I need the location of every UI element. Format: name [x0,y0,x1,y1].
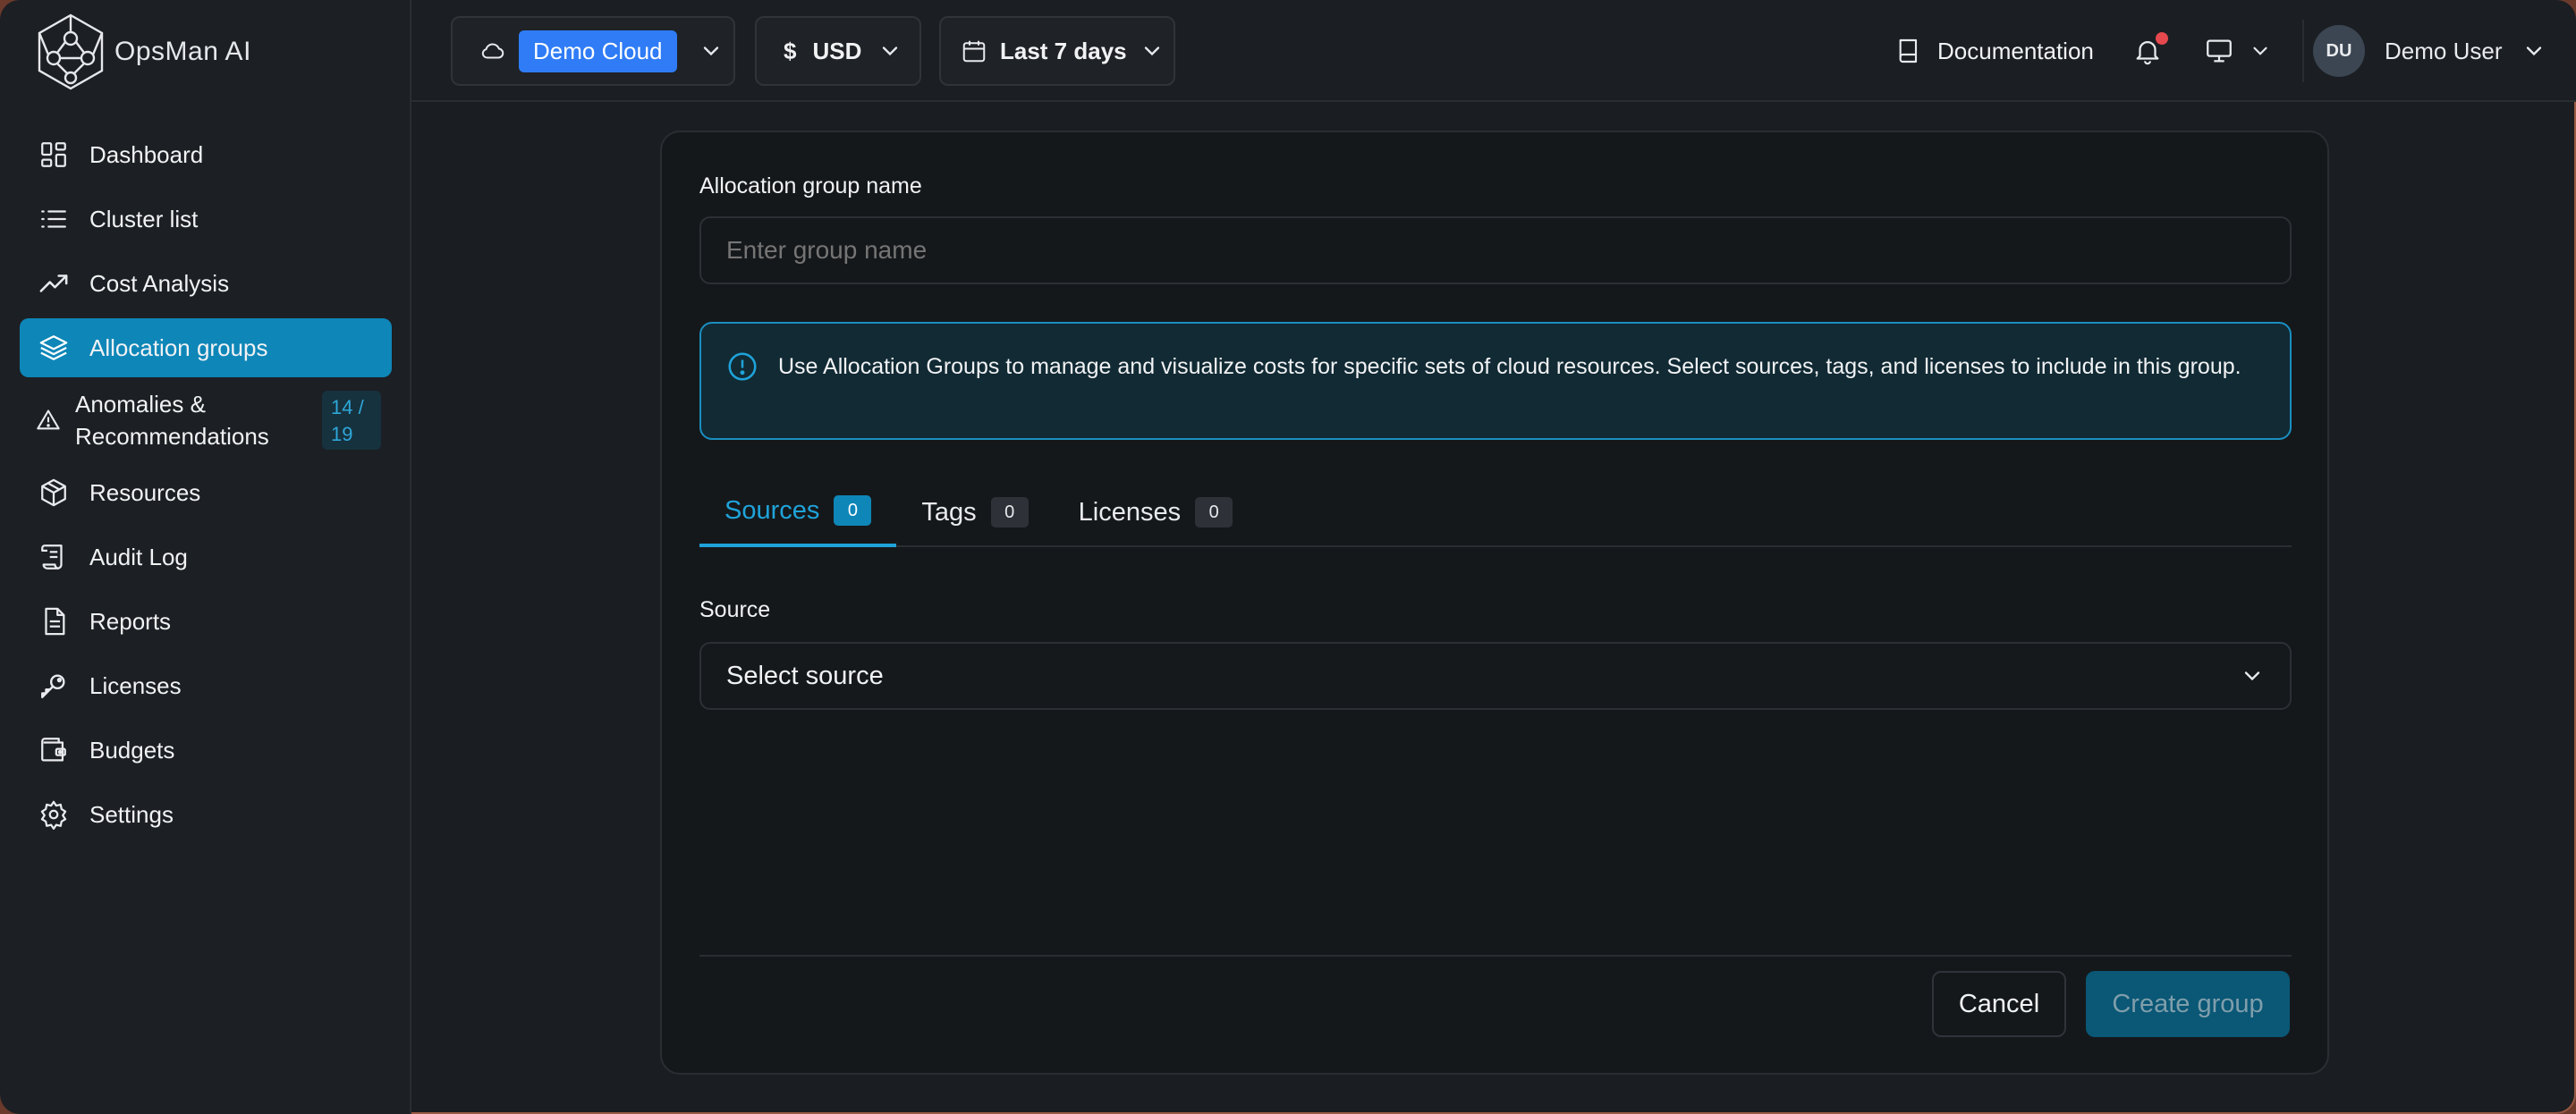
sidebar-item-label: Cluster list [89,205,199,232]
selection-tabs: Sources 0 Tags 0 Licenses 0 [699,477,2292,547]
sidebar-item-audit-log[interactable]: Audit Log [20,527,392,587]
source-select[interactable]: Select source [699,642,2292,710]
documentation-link[interactable]: Documentation [1894,16,2094,86]
sidebar-item-label: Budgets [89,736,175,764]
footer-divider [699,955,2292,957]
tab-label: Tags [921,497,977,527]
sidebar-item-settings[interactable]: Settings [20,785,392,844]
currency-label: USD [812,37,862,64]
anomalies-count-badge: 14 / 19 [322,391,381,450]
sidebar-item-label: Anomalies & Recommendations [75,391,269,450]
book-icon [1894,37,1923,65]
cancel-button[interactable]: Cancel [1932,971,2066,1037]
source-select-value: Select source [726,661,884,690]
group-name-label: Allocation group name [699,173,922,198]
dollar-icon: $ [784,37,797,64]
sidebar-item-label: Resources [89,478,201,506]
create-group-button[interactable]: Create group [2086,971,2290,1037]
sidebar-item-dashboard[interactable]: Dashboard [20,125,392,184]
currency-selector[interactable]: $ USD [755,16,921,86]
monitor-icon [2204,36,2234,66]
top-bar: Demo Cloud $ USD Last 7 days Documentati… [411,0,2576,102]
chevron-down-icon [2240,663,2265,688]
layers-icon [38,332,70,364]
app-name: OpsMan AI [114,37,251,66]
cube-icon [38,477,70,509]
sidebar-item-budgets[interactable]: Budgets [20,721,392,780]
tab-count-badge: 0 [834,495,872,526]
gear-icon [38,798,70,831]
key-icon [38,670,70,702]
sidebar-item-label: Dashboard [89,140,204,168]
sidebar-item-label: Settings [89,800,174,828]
user-name: Demo User [2385,37,2503,64]
chevron-down-icon [1140,38,1165,63]
source-label: Source [699,597,771,622]
display-mode-selector[interactable] [2204,16,2272,86]
chevron-down-icon [2521,38,2546,63]
dashboard-icon [38,139,70,171]
sidebar-item-reports[interactable]: Reports [20,592,392,651]
tab-licenses[interactable]: Licenses 0 [1054,477,1258,547]
sidebar: OpsMan AI Dashboard Cluster list Cost An… [0,0,411,1114]
sidebar-item-anomalies[interactable]: Anomalies & Recommendations 14 / 19 [20,383,392,458]
sidebar-nav: Dashboard Cluster list Cost Analysis All… [20,125,392,849]
tab-count-badge: 0 [1195,497,1233,527]
list-icon [38,203,70,235]
info-banner: Use Allocation Groups to manage and visu… [699,322,2292,440]
cloud-icon [479,38,506,64]
tab-sources[interactable]: Sources 0 [699,477,897,547]
logo[interactable]: OpsMan AI [36,11,251,93]
wallet-icon [38,734,70,766]
trend-icon [38,267,70,300]
divider [2302,20,2304,82]
cloud-selector[interactable]: Demo Cloud [451,16,735,86]
tab-count-badge: 0 [990,497,1029,527]
info-icon [726,350,758,438]
group-name-input[interactable] [699,216,2292,284]
chevron-down-icon [699,38,724,63]
chevron-down-icon [877,38,902,63]
sidebar-item-licenses[interactable]: Licenses [20,656,392,715]
calendar-icon [961,38,987,64]
date-range-label: Last 7 days [1000,37,1127,64]
notifications-button[interactable] [2132,16,2177,86]
bell-icon [2132,32,2168,66]
sidebar-item-resources[interactable]: Resources [20,463,392,522]
sidebar-item-cluster-list[interactable]: Cluster list [20,190,392,249]
notification-dot [2156,32,2168,45]
cloud-name: Demo Cloud [519,30,677,72]
user-menu[interactable]: DU Demo User [2313,16,2546,86]
sidebar-item-label: Reports [89,607,172,635]
avatar: DU [2313,25,2365,77]
tab-tags[interactable]: Tags 0 [896,477,1053,547]
date-range-selector[interactable]: Last 7 days [939,16,1175,86]
sidebar-item-label: Allocation groups [89,333,268,361]
chevron-down-icon [2249,39,2272,63]
sidebar-item-label: Licenses [89,671,182,699]
tab-label: Licenses [1078,497,1182,527]
document-icon [38,605,70,637]
sidebar-item-allocation-groups[interactable]: Allocation groups [20,318,392,377]
tab-label: Sources [724,495,820,525]
allocation-group-form: Allocation group name Use Allocation Gro… [660,131,2329,1075]
sidebar-item-label: Audit Log [89,543,188,570]
logo-icon [36,12,106,92]
sidebar-item-cost-analysis[interactable]: Cost Analysis [20,254,392,313]
sidebar-item-label: Cost Analysis [89,269,230,297]
info-text: Use Allocation Groups to manage and visu… [778,354,2241,379]
documentation-label: Documentation [1937,37,2094,64]
app-window: OpsMan AI Dashboard Cluster list Cost An… [0,0,2576,1114]
scroll-icon [38,541,70,573]
warning-icon [36,404,61,436]
